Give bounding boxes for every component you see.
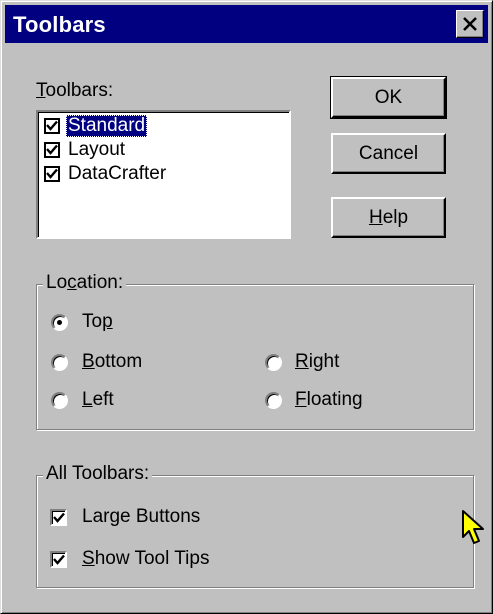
show-tool-tips-label[interactable]: Show Tool Tips [82,548,209,570]
all-toolbars-legend: All Toolbars: [43,463,153,485]
bottom-radio[interactable] [51,354,68,371]
cancel-button[interactable]: Cancel [331,133,446,174]
left-radio[interactable] [51,392,68,409]
large-buttons-checkbox[interactable] [50,509,67,526]
all-toolbars-group [36,475,474,588]
list-item-label: Standard [66,115,148,137]
checkmark-icon [46,168,58,179]
standard-checkbox[interactable] [44,118,60,134]
radio-selected-dot [57,320,62,325]
checkmark-icon [46,120,58,131]
close-icon [463,17,477,31]
right-radio[interactable] [265,354,282,371]
mouse-pointer-icon [462,510,484,544]
list-item-label: DataCrafter [68,163,167,184]
layout-checkbox[interactable] [44,142,60,158]
left-radio-label[interactable]: Left [82,389,114,411]
close-button[interactable] [456,10,484,38]
toolbars-dialog: Toolbars Toolbars: Standard Layout DataC… [0,0,493,614]
title-bar[interactable]: Toolbars [5,5,488,43]
checkmark-icon [53,512,65,523]
checkmark-icon [46,144,58,155]
help-button[interactable]: Help [331,197,446,238]
toolbars-listbox[interactable]: Standard Layout DataCrafter [36,110,291,239]
floating-radio[interactable] [265,392,282,409]
top-radio[interactable] [51,314,68,331]
datacrafter-checkbox[interactable] [44,166,60,182]
list-item-label: Layout [68,139,126,160]
bottom-radio-label[interactable]: Bottom [82,351,142,373]
top-radio-label[interactable]: Top [82,311,113,333]
window-title: Toolbars [13,12,106,37]
checkmark-icon [53,554,65,565]
show-tool-tips-checkbox[interactable] [50,551,67,568]
right-radio-label[interactable]: Right [295,351,339,373]
ok-button[interactable]: OK [330,76,447,119]
location-legend: Location: [43,272,127,294]
floating-radio-label[interactable]: Floating [295,389,363,411]
large-buttons-label[interactable]: Large Buttons [82,506,200,528]
toolbars-list-label: Toolbars: [36,80,114,101]
